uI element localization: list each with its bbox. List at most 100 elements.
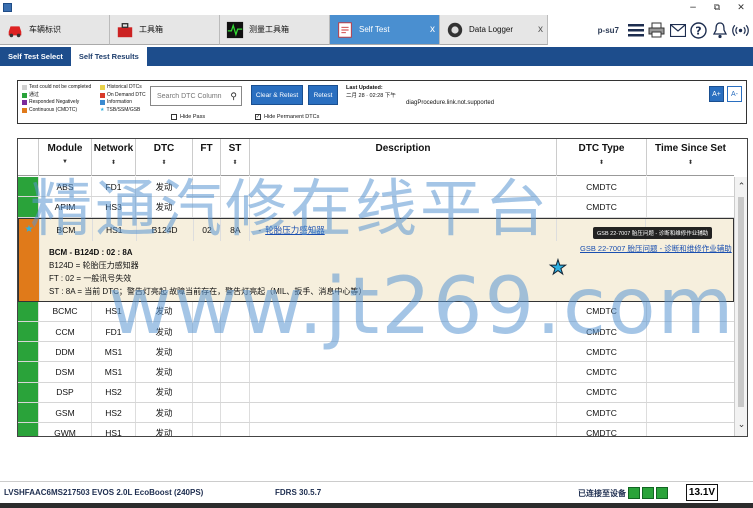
table-row[interactable]: GSM HS2 发动 CMDTC — [18, 403, 734, 424]
dtc-type-column-header[interactable]: DTC Type ⬍ — [557, 139, 647, 176]
dtc-cell: 发动 — [136, 403, 193, 423]
table-row-expanded[interactable]: ★ BCM HS1 B124D 02 8A - 轮胎压力感知器 BCM - B12… — [18, 217, 734, 302]
dtc-column-header[interactable]: DTC ⬍ — [136, 139, 193, 176]
search-icon[interactable]: ⚲ — [230, 91, 237, 102]
dtc-type-cell: CMDTC — [557, 403, 647, 423]
time-cell — [647, 362, 734, 381]
gsb-link[interactable]: GSB 22-7007 胎压问题 - 诊断和维修作业辅助 — [580, 243, 732, 254]
checkbox-label: Hide Permanent DTCs — [264, 114, 320, 120]
legend-swatch — [22, 85, 27, 91]
table-row[interactable]: DSM MS1 发动 CMDTC — [18, 362, 734, 383]
module-cell: DSM — [39, 362, 92, 382]
hide-pass-checkbox[interactable]: Hide Pass — [171, 114, 205, 120]
battery-voltage: 13.1V — [686, 484, 718, 501]
tab-label: 车辆标识 — [29, 25, 61, 34]
close-button[interactable]: ✕ — [729, 3, 753, 13]
description-cell — [250, 403, 557, 423]
scrollbar-thumb[interactable] — [738, 197, 744, 407]
table-row[interactable]: GWM HS1 发动 CMDTC — [18, 423, 734, 436]
tab-self-test[interactable]: Self Test x — [330, 15, 440, 45]
wireless-icon[interactable] — [732, 22, 749, 39]
table-row[interactable]: APIM HS3 发动 CMDTC — [18, 197, 734, 218]
window-controls: − ⧉ ✕ — [681, 3, 753, 13]
font-smaller-button[interactable]: A- — [727, 86, 742, 102]
description-link[interactable]: 轮胎压力感知器 — [265, 224, 325, 236]
search-input[interactable] — [157, 92, 229, 100]
module-column-header[interactable]: Module ▼ — [39, 139, 92, 176]
tab-self-test-results[interactable]: Self Test Results — [70, 47, 147, 66]
user-name: p-su7 — [597, 25, 619, 35]
description-column-header[interactable]: Description — [250, 139, 557, 176]
printer-icon[interactable] — [648, 22, 665, 39]
network-cell: HS1 — [92, 301, 136, 321]
oscilloscope-icon — [226, 21, 244, 38]
tab-vehicle-id[interactable]: 车辆标识 — [0, 15, 110, 45]
network-column-header[interactable]: Network ⬍ — [92, 139, 136, 176]
st-column-header[interactable]: ST ⬍ — [221, 139, 250, 176]
tsb-star-icon[interactable]: ★ — [549, 254, 568, 279]
tab-data-logger[interactable]: Data Logger x — [440, 15, 548, 45]
help-icon[interactable]: ? — [690, 21, 707, 39]
font-larger-button[interactable]: A+ — [709, 86, 724, 102]
dtc-cell: 发动 — [136, 177, 193, 197]
clear-retest-button[interactable]: Clear & Retest — [251, 85, 303, 105]
tab-measurement[interactable]: 测量工具箱 — [220, 15, 330, 45]
legend-swatch — [100, 92, 105, 98]
time-cell — [647, 342, 734, 361]
sort-icon[interactable]: ⬍ — [688, 159, 693, 166]
scroll-up-icon[interactable]: ⌃ — [735, 181, 747, 192]
table-scrollbar[interactable]: ⌃ ⌄ — [734, 177, 747, 436]
detail-line: FT : 02 = 一般讯号失效 — [49, 274, 132, 284]
status-marker — [18, 177, 39, 197]
checkbox-box[interactable] — [171, 114, 177, 120]
legend-label: Historical DTCs — [107, 84, 142, 90]
dtc-cell: 发动 — [136, 342, 193, 362]
mail-icon[interactable] — [669, 22, 686, 39]
scroll-down-icon[interactable]: ⌄ — [735, 419, 747, 430]
module-cell: DDM — [39, 342, 92, 362]
network-cell: FD1 — [92, 321, 136, 342]
status-marker — [18, 342, 39, 362]
table-row[interactable]: DSP HS2 发动 CMDTC — [18, 382, 734, 404]
legend-label: Responded Negatively — [29, 99, 80, 106]
module-cell: ABS — [39, 177, 92, 197]
st-cell — [221, 362, 250, 382]
tab-self-test-select[interactable]: Self Test Select — [0, 47, 71, 66]
menu-icon[interactable] — [627, 22, 644, 39]
network-cell: HS1 — [93, 218, 137, 241]
sort-icon[interactable]: ⬍ — [161, 159, 166, 166]
dtc-type-cell: CMDTC — [557, 382, 647, 403]
sort-icon[interactable]: ⬍ — [232, 159, 237, 166]
checkbox-box[interactable]: ✓ — [255, 114, 261, 120]
module-cell: CCM — [39, 321, 92, 342]
module-cell: GSM — [39, 403, 92, 423]
status-marker: ★ — [19, 218, 40, 301]
st-cell — [221, 177, 250, 197]
ft-column-header[interactable]: FT — [193, 139, 221, 176]
results-table: Module ▼ Network ⬍ DTC ⬍ FT ST ⬍ Description… — [17, 138, 748, 437]
sort-icon[interactable]: ⬍ — [111, 159, 116, 166]
time-since-set-column-header[interactable]: Time Since Set ⬍ — [647, 139, 734, 176]
tab-toolbox[interactable]: 工具箱 — [110, 15, 220, 45]
close-icon[interactable]: x — [538, 24, 543, 35]
sort-desc-icon[interactable]: ▼ — [62, 159, 68, 165]
table-row[interactable]: DDM MS1 发动 CMDTC — [18, 342, 734, 363]
restore-button[interactable]: ⧉ — [705, 3, 729, 13]
network-cell: HS1 — [92, 423, 136, 436]
header-actions: p-su7 ? — [598, 15, 753, 45]
close-icon[interactable]: x — [430, 24, 435, 35]
status-marker — [18, 301, 39, 321]
table-row[interactable]: CCM FD1 发动 CMDTC — [18, 321, 734, 343]
dtc-search-field[interactable]: ⚲ — [150, 86, 242, 106]
last-updated: Last Updated: 二月 28 · 02:28 下午 — [346, 84, 396, 100]
description-cell — [250, 342, 557, 362]
vehicle-info: LVSHFAAC6MS217503 EVOS 2.0L EcoBoost (24… — [4, 488, 204, 497]
bell-icon[interactable] — [711, 21, 728, 39]
table-row[interactable]: BCMC HS1 发动 CMDTC — [18, 301, 734, 322]
sort-icon[interactable]: ⬍ — [599, 159, 604, 166]
dtc-type-cell: CMDTC — [557, 177, 647, 197]
minimize-button[interactable]: − — [681, 3, 705, 13]
table-row[interactable]: ABS FD1 发动 CMDTC — [18, 177, 734, 198]
hide-permanent-checkbox[interactable]: ✓ Hide Permanent DTCs — [255, 114, 319, 120]
retest-button[interactable]: Retest — [308, 85, 338, 105]
